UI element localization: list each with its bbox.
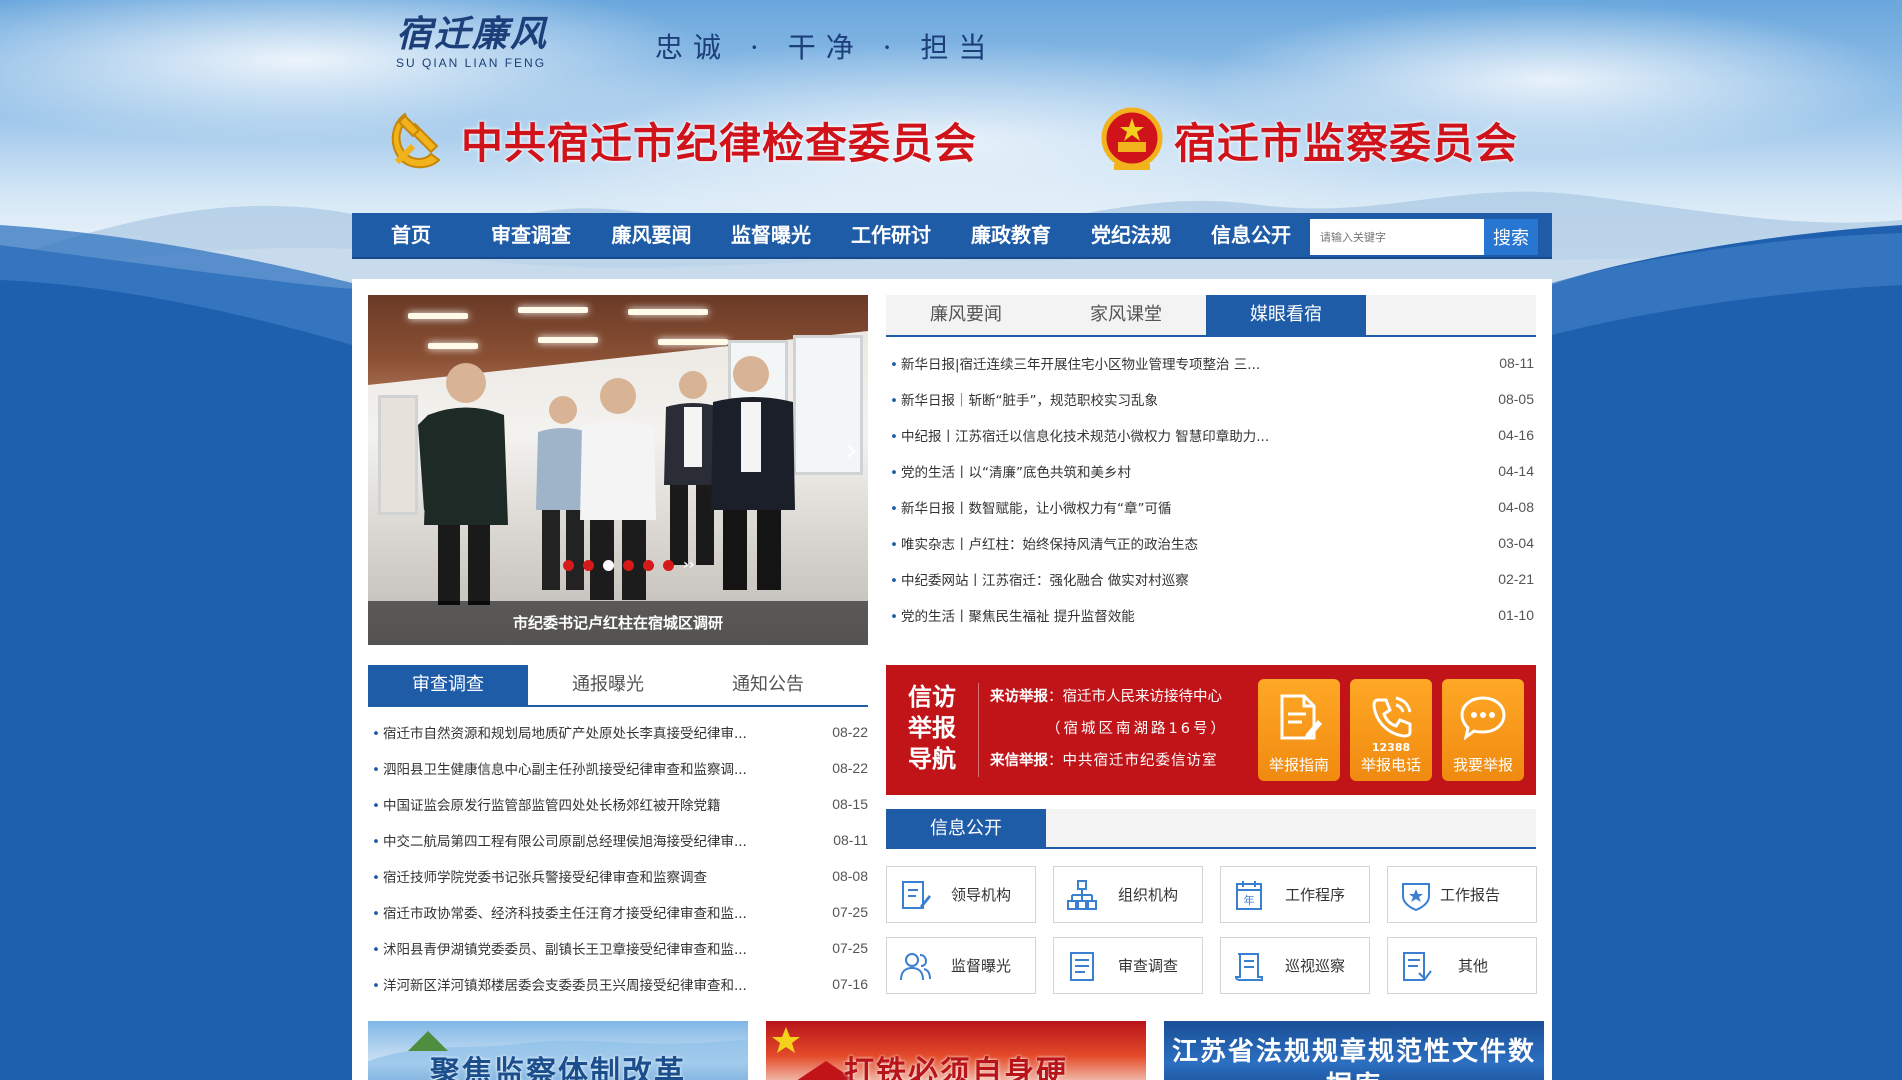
info-public-header: 信息公开: [886, 809, 1536, 849]
carousel-dot[interactable]: [583, 559, 594, 571]
search-input[interactable]: [1310, 219, 1484, 255]
org-discipline-commission: 中共宿迁市纪律检查委员会: [385, 100, 977, 180]
slogan: 忠诚 · 干净 · 担当: [655, 31, 997, 64]
banner-supervision-reform[interactable]: 聚焦监察体制改革: [368, 1021, 748, 1080]
nav-item-education[interactable]: 廉政教育: [951, 212, 1071, 258]
list-item[interactable]: 新华日报|宿迁连续三年开展住宅小区物业管理专项整治 三...08-11: [890, 345, 1534, 381]
badge-icon: [1398, 877, 1434, 913]
org-left-title: 中共宿迁市纪律检查委员会: [461, 118, 978, 168]
report-guide-button[interactable]: 举报指南: [1258, 679, 1340, 781]
list-item[interactable]: 中国证监会原发行监管部监管四处处长杨郊红被开除党籍08-15: [372, 786, 868, 822]
main-content: › ›› 市纪委书记卢红柱在宿城区调研 廉风要闻 家风课堂 媒眼看宿 新华日报|…: [352, 279, 1552, 1080]
list-item[interactable]: 新华日报丨数智赋能，让小微权力有“章”可循04-08: [890, 489, 1534, 525]
search-box: 搜索: [1310, 219, 1538, 255]
report-phone-button[interactable]: 12388 举报电话: [1350, 679, 1432, 781]
list-item[interactable]: 中纪报丨江苏宿迁以信息化技术规范小微权力 智慧印章助力...04-16: [890, 417, 1534, 453]
list-item[interactable]: 新华日报｜斩断“脏手”，规范职校实习乱象08-05: [890, 381, 1534, 417]
banner-text: 聚焦监察体制改革: [430, 1055, 686, 1080]
carousel-dots-next-icon[interactable]: ››: [683, 557, 695, 573]
logo-english-text: SU QIAN LIAN FENG: [396, 56, 547, 70]
banner-text: 打铁必须自身硬: [844, 1055, 1068, 1080]
list-item[interactable]: 沭阳县青伊湖镇党委委员、副镇长王卫章接受纪律审查和监...07-25: [372, 930, 868, 966]
list-item[interactable]: 党的生活丨聚焦民生福祉 提升监督效能01-10: [890, 597, 1534, 633]
info-cell-report[interactable]: 工作报告: [1387, 866, 1537, 923]
national-emblem-icon: [1098, 104, 1166, 176]
info-cell-investigation[interactable]: 审查调查: [1053, 937, 1203, 994]
list-item[interactable]: 唯实杂志丨卢红柱：始终保持风清气正的政治生态03-04: [890, 525, 1534, 561]
carousel-dot[interactable]: [623, 559, 634, 571]
media-tabs: 廉风要闻 家风课堂 媒眼看宿: [886, 295, 1536, 337]
document-icon: [1258, 689, 1340, 745]
carousel-dot[interactable]: [663, 559, 674, 571]
banner-regulations-database[interactable]: 江苏省法规规章规范性文件数据库: [1164, 1021, 1544, 1080]
letter-report-line: 来信举报：中共宿迁市纪委信访室: [990, 753, 1218, 769]
list-item[interactable]: 中纪委网站丨江苏宿迁：强化融合 做实对村巡察02-21: [890, 561, 1534, 597]
investigation-tabs: 审查调查 通报曝光 通知公告: [368, 665, 868, 707]
calendar-icon: 年: [1231, 877, 1267, 913]
visit-report-line: 来访举报：宿迁市人民来访接待中心: [990, 689, 1222, 705]
tab-media-view[interactable]: 媒眼看宿: [1206, 295, 1366, 335]
carousel-dots: ››: [563, 557, 695, 573]
nav-item-news[interactable]: 廉风要闻: [592, 212, 711, 258]
chat-icon: [1442, 689, 1524, 745]
org-supervision-commission: 宿迁市监察委员会: [1098, 100, 1518, 180]
tab-info-public[interactable]: 信息公开: [886, 809, 1046, 849]
carousel-caption[interactable]: 市纪委书记卢红柱在宿城区调研: [368, 601, 868, 645]
tab-integrity-news[interactable]: 廉风要闻: [886, 295, 1046, 335]
carousel-dot-active[interactable]: [603, 559, 614, 571]
visit-address: （宿城区南湖路16号）: [1046, 721, 1228, 737]
list-item[interactable]: 宿迁市政协常委、经济科技委主任汪育才接受纪律审查和监...07-25: [372, 894, 868, 930]
org-chart-icon: [1064, 877, 1100, 913]
scroll-icon: [1231, 948, 1267, 984]
tab-exposure[interactable]: 通报曝光: [528, 665, 688, 705]
info-cell-organization[interactable]: 组织机构: [1053, 866, 1203, 923]
photo-carousel[interactable]: › ›› 市纪委书记卢红柱在宿城区调研: [368, 295, 868, 645]
list-item[interactable]: 宿迁技师学院党委书记张兵警接受纪律审查和监察调查08-08: [372, 858, 868, 894]
media-news-list: 新华日报|宿迁连续三年开展住宅小区物业管理专项整治 三...08-11 新华日报…: [890, 345, 1534, 633]
petition-title: 信访举报导航: [908, 682, 956, 773]
info-cell-other[interactable]: 其他: [1387, 937, 1537, 994]
submit-report-button[interactable]: 我要举报: [1442, 679, 1524, 781]
logo-chinese-text: 宿迁廉风: [396, 13, 549, 55]
tab-investigation[interactable]: 审查调查: [368, 665, 528, 705]
info-cell-procedure[interactable]: 年 工作程序: [1220, 866, 1370, 923]
list-item[interactable]: 洋河新区洋河镇郑楼居委会支委委员王兴周接受纪律审查和...07-16: [372, 966, 868, 1002]
info-cell-supervision[interactable]: 监督曝光: [886, 937, 1036, 994]
nav-item-home[interactable]: 首页: [352, 212, 470, 258]
investigation-news-list: 宿迁市自然资源和规划局地质矿产处原处长李真接受纪律审...08-22 泗阳县卫生…: [372, 714, 868, 1002]
info-public-grid: 领导机构 组织机构 年 工作程序 工作报告 监督曝光 审查调查 巡视巡察 其他: [886, 866, 1537, 994]
site-logo[interactable]: 宿迁廉风 SU QIAN LIAN FENG: [396, 14, 566, 78]
tab-family-tradition[interactable]: 家风课堂: [1046, 295, 1206, 335]
search-button[interactable]: 搜索: [1484, 219, 1538, 255]
nav-item-regulations[interactable]: 党纪法规: [1071, 212, 1191, 258]
banner-text: 江苏省法规规章规范性文件数据库: [1171, 1037, 1536, 1080]
svg-text:年: 年: [1244, 893, 1255, 907]
carousel-photo: [368, 295, 868, 645]
list-item[interactable]: 泗阳县卫生健康信息中心副主任孙凯接受纪律审查和监察调...08-22: [372, 750, 868, 786]
petition-navigation-panel: 信访举报导航 来访举报：宿迁市人民来访接待中心 （宿城区南湖路16号） 来信举报…: [886, 665, 1536, 795]
nav-item-investigation[interactable]: 审查调查: [470, 212, 592, 258]
party-emblem-icon: [385, 104, 453, 176]
carousel-next-arrow-icon[interactable]: ›: [844, 430, 858, 470]
list-item[interactable]: 中交二航局第四工程有限公司原副总经理侯旭海接受纪律审...08-11: [372, 822, 868, 858]
nav-item-info-public[interactable]: 信息公开: [1191, 212, 1311, 258]
list-item[interactable]: 宿迁市自然资源和规划局地质矿产处原处长李真接受纪律审...08-22: [372, 714, 868, 750]
leadership-icon: [897, 877, 933, 913]
banner-iron-discipline[interactable]: 打铁必须自身硬: [766, 1021, 1146, 1080]
people-icon: [897, 948, 933, 984]
carousel-dot[interactable]: [563, 559, 574, 571]
info-cell-inspection[interactable]: 巡视巡察: [1220, 937, 1370, 994]
info-cell-leadership[interactable]: 领导机构: [886, 866, 1036, 923]
phone-icon: [1350, 689, 1432, 745]
tab-notices[interactable]: 通知公告: [688, 665, 848, 705]
other-doc-icon: [1398, 948, 1434, 984]
main-navigation: 首页 审查调查 廉风要闻 监督曝光 工作研讨 廉政教育 党纪法规 信息公开 搜索: [352, 213, 1552, 259]
list-doc-icon: [1064, 948, 1100, 984]
nav-item-exposure[interactable]: 监督曝光: [711, 212, 831, 258]
org-right-title: 宿迁市监察委员会: [1174, 118, 1519, 168]
nav-item-research[interactable]: 工作研讨: [831, 212, 951, 258]
carousel-dot[interactable]: [643, 559, 654, 571]
list-item[interactable]: 党的生活丨以“清廉”底色共筑和美乡村04-14: [890, 453, 1534, 489]
